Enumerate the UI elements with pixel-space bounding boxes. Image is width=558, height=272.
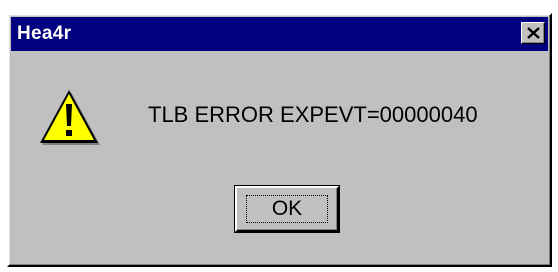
window-title: Hea4r bbox=[17, 23, 72, 44]
error-message: TLB ERROR EXPEVT=00000040 bbox=[148, 102, 478, 127]
ok-button[interactable]: OK bbox=[234, 185, 340, 233]
error-dialog: Hea4r TLB ERROR EXPEVT=00000040 OK bbox=[7, 13, 552, 267]
ok-button-label: OK bbox=[271, 197, 303, 220]
ok-button-face[interactable]: OK bbox=[235, 186, 339, 232]
title-bar[interactable]: Hea4r bbox=[11, 17, 548, 51]
close-x-icon bbox=[527, 27, 540, 39]
warning-triangle-icon bbox=[40, 90, 100, 145]
close-button[interactable] bbox=[521, 22, 545, 44]
